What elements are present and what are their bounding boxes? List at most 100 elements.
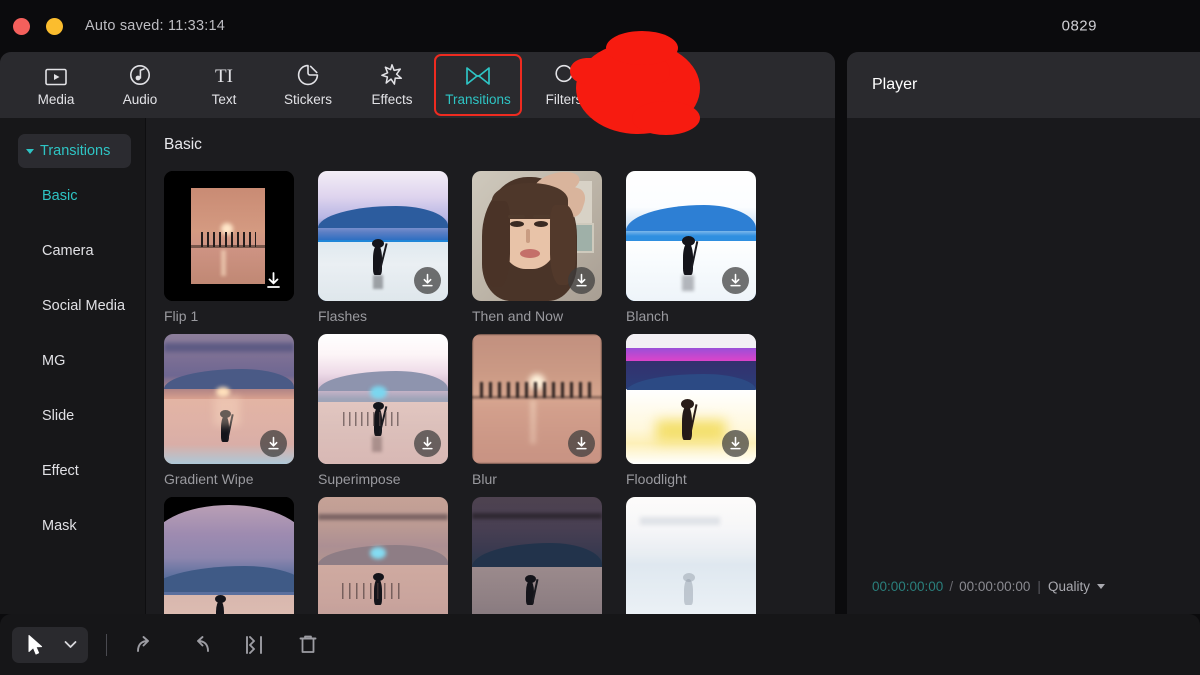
timeline-toolbar bbox=[0, 614, 1200, 675]
tab-media[interactable]: Media bbox=[14, 56, 98, 114]
transition-card[interactable]: Floodlight bbox=[626, 334, 756, 487]
tab-text[interactable]: TI Text bbox=[182, 56, 266, 114]
tab-label: Media bbox=[38, 93, 75, 107]
tab-filters[interactable]: Filters bbox=[522, 56, 606, 114]
transition-thumbnail[interactable] bbox=[318, 171, 448, 301]
player-preview-stage[interactable] bbox=[847, 118, 1200, 558]
quality-label: Quality bbox=[1048, 579, 1090, 594]
transition-card[interactable]: Superimpose bbox=[318, 334, 448, 487]
filters-icon bbox=[553, 64, 575, 86]
tab-label: Filters bbox=[546, 93, 583, 107]
player-statusbar: 00:00:00:00 / 00:00:00:00 | Quality bbox=[847, 558, 1200, 614]
split-icon[interactable] bbox=[227, 625, 281, 665]
tab-stickers[interactable]: Stickers bbox=[266, 56, 350, 114]
transition-thumbnail[interactable] bbox=[318, 334, 448, 464]
tab-adjustment[interactable]: ent bbox=[606, 56, 690, 114]
transition-card[interactable]: Flip 1 bbox=[164, 171, 294, 324]
audio-icon bbox=[129, 64, 151, 86]
transition-card[interactable] bbox=[318, 497, 448, 614]
download-icon[interactable] bbox=[260, 267, 287, 294]
download-icon[interactable] bbox=[568, 430, 595, 457]
session-id-label: 0829 bbox=[1062, 18, 1097, 35]
select-tool-group[interactable] bbox=[12, 627, 88, 663]
sidebar-item-label: Basic bbox=[42, 188, 77, 204]
minimize-window-dot[interactable] bbox=[46, 18, 63, 35]
media-icon bbox=[45, 64, 67, 86]
sidebar-item-slide[interactable]: Slide bbox=[0, 388, 145, 443]
download-icon[interactable] bbox=[722, 430, 749, 457]
text-icon: TI bbox=[209, 64, 239, 86]
transition-label: Then and Now bbox=[472, 308, 602, 324]
library-tabbar: Media Audio TI Text Stickers bbox=[0, 52, 835, 118]
transition-thumbnail[interactable] bbox=[164, 334, 294, 464]
transition-label: Floodlight bbox=[626, 471, 756, 487]
tab-label: Transitions bbox=[445, 93, 511, 107]
transition-thumbnail[interactable] bbox=[626, 171, 756, 301]
transition-card[interactable]: Blur bbox=[472, 334, 602, 487]
adjustment-icon bbox=[637, 64, 659, 86]
player-panel: Player 00:00:00:00 / 00:00:00:00 | Quali… bbox=[847, 52, 1200, 614]
sidebar-item-label: Mask bbox=[42, 518, 77, 534]
transition-thumbnail[interactable] bbox=[164, 497, 294, 614]
transition-thumbnail[interactable] bbox=[472, 497, 602, 614]
transition-card[interactable] bbox=[164, 497, 294, 614]
video-editor-window: Auto saved: 11:33:14 0829 Media Audio TI bbox=[0, 0, 1200, 675]
window-controls bbox=[13, 18, 63, 35]
cursor-arrow-icon[interactable] bbox=[18, 631, 52, 659]
transition-card[interactable]: Blanch bbox=[626, 171, 756, 324]
transition-card[interactable] bbox=[626, 497, 756, 614]
tab-audio[interactable]: Audio bbox=[98, 56, 182, 114]
transition-label: Gradient Wipe bbox=[164, 471, 294, 487]
tab-label: Audio bbox=[123, 93, 158, 107]
transition-label: Blur bbox=[472, 471, 602, 487]
sidebar-item-camera[interactable]: Camera bbox=[0, 223, 145, 278]
transition-label: Flip 1 bbox=[164, 308, 294, 324]
transition-thumbnail[interactable] bbox=[626, 497, 756, 614]
sidebar-item-basic[interactable]: Basic bbox=[0, 168, 145, 223]
download-icon[interactable] bbox=[722, 267, 749, 294]
transition-card[interactable]: Then and Now bbox=[472, 171, 602, 324]
trash-icon[interactable] bbox=[281, 625, 335, 665]
tab-effects[interactable]: Effects bbox=[350, 56, 434, 114]
sidebar-item-label: Camera bbox=[42, 243, 94, 259]
transition-thumbnail[interactable] bbox=[626, 334, 756, 464]
download-icon[interactable] bbox=[414, 267, 441, 294]
autosave-status: Auto saved: 11:33:14 bbox=[85, 18, 225, 34]
download-icon[interactable] bbox=[414, 430, 441, 457]
title-bar: Auto saved: 11:33:14 0829 bbox=[0, 0, 1200, 52]
tab-label: Text bbox=[212, 93, 237, 107]
transition-card[interactable]: Flashes bbox=[318, 171, 448, 324]
undo-icon[interactable] bbox=[119, 625, 173, 665]
transition-card[interactable]: Gradient Wipe bbox=[164, 334, 294, 487]
stickers-icon bbox=[297, 64, 319, 86]
transition-card[interactable] bbox=[472, 497, 602, 614]
sidebar-header-transitions[interactable]: Transitions bbox=[18, 134, 131, 168]
transition-label: Flashes bbox=[318, 308, 448, 324]
transition-thumbnail[interactable] bbox=[318, 497, 448, 614]
category-sidebar: Transitions Basic Camera Social Media MG… bbox=[0, 118, 146, 614]
sidebar-header-label: Transitions bbox=[40, 143, 110, 159]
download-icon[interactable] bbox=[568, 267, 595, 294]
sidebar-item-effect[interactable]: Effect bbox=[0, 443, 145, 498]
transition-thumbnail[interactable] bbox=[164, 171, 294, 301]
sidebar-item-social-media[interactable]: Social Media bbox=[0, 278, 145, 333]
tab-transitions[interactable]: Transitions bbox=[434, 54, 522, 116]
status-divider: | bbox=[1037, 579, 1041, 594]
player-total-time: 00:00:00:00 bbox=[959, 579, 1030, 594]
sidebar-item-mg[interactable]: MG bbox=[0, 333, 145, 388]
transition-label: Blanch bbox=[626, 308, 756, 324]
chevron-down-icon[interactable] bbox=[58, 631, 82, 659]
transition-thumbnail[interactable] bbox=[472, 334, 602, 464]
time-separator: / bbox=[949, 579, 953, 594]
download-icon[interactable] bbox=[260, 430, 287, 457]
transition-thumbnail[interactable] bbox=[472, 171, 602, 301]
quality-selector[interactable]: Quality bbox=[1048, 579, 1105, 594]
close-window-dot[interactable] bbox=[13, 18, 30, 35]
sidebar-item-label: Social Media bbox=[42, 298, 125, 314]
tab-label: Stickers bbox=[284, 93, 332, 107]
transitions-grid-panel: Basic bbox=[146, 118, 835, 614]
sidebar-item-mask[interactable]: Mask bbox=[0, 498, 145, 553]
library-body: Transitions Basic Camera Social Media MG… bbox=[0, 118, 835, 614]
sidebar-item-label: MG bbox=[42, 353, 65, 369]
redo-icon[interactable] bbox=[173, 625, 227, 665]
